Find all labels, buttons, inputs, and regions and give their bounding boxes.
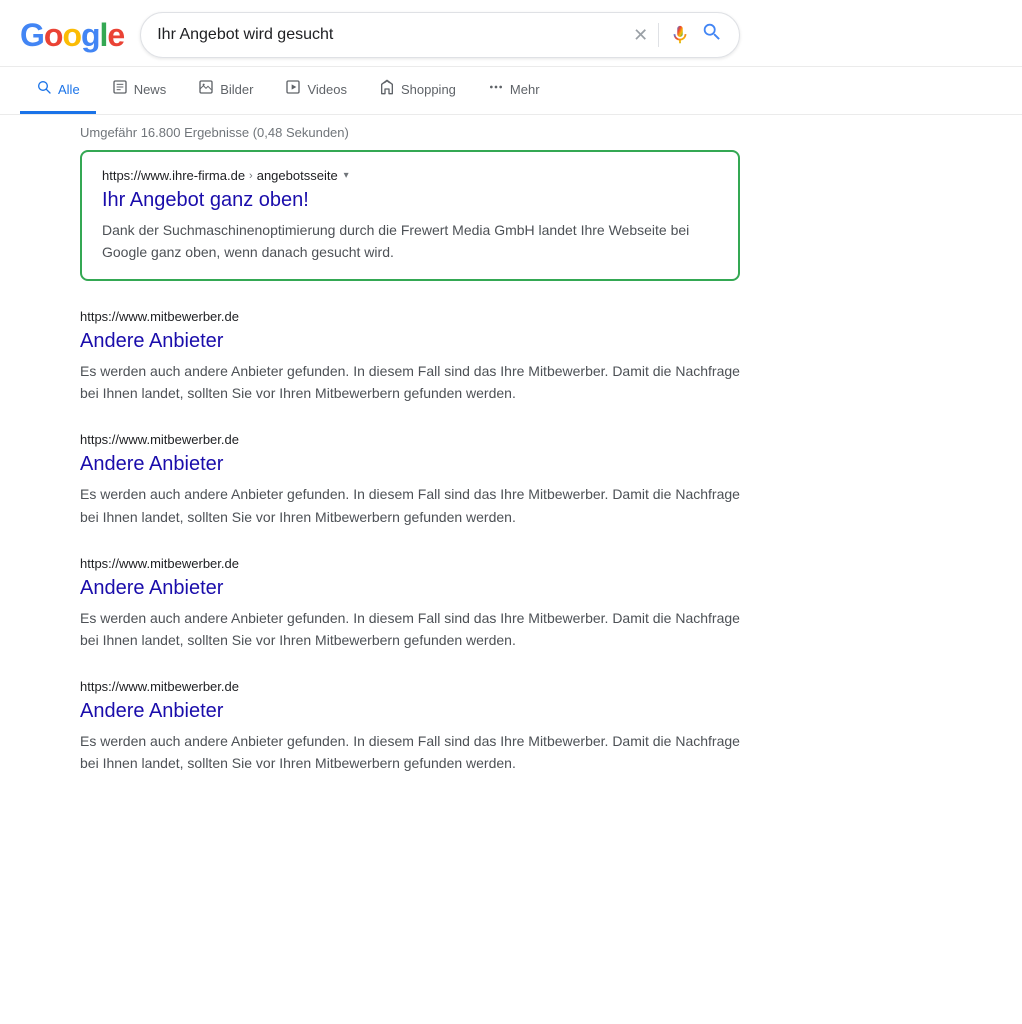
result-title[interactable]: Andere Anbieter	[80, 698, 740, 724]
tab-news[interactable]: News	[96, 67, 183, 114]
result-description: Es werden auch andere Anbieter gefunden.…	[80, 360, 740, 404]
search-bar-icons: ✕	[633, 21, 723, 49]
search-input[interactable]	[157, 26, 625, 44]
search-tab-icon	[36, 79, 52, 99]
result-url: https://www.mitbewerber.de	[80, 556, 740, 571]
featured-result-title[interactable]: Ihr Angebot ganz oben!	[102, 187, 718, 213]
search-bar: ✕	[140, 12, 740, 58]
clear-icon[interactable]: ✕	[633, 26, 648, 44]
tab-news-label: News	[134, 82, 167, 97]
results-info: Umgefähr 16.800 Ergebnisse (0,48 Sekunde…	[0, 115, 1022, 150]
search-submit-icon[interactable]	[701, 21, 723, 49]
result-description: Es werden auch andere Anbieter gefunden.…	[80, 483, 740, 527]
results-container: https://www.ihre-firma.de › angebotsseit…	[0, 150, 1022, 774]
mic-icon[interactable]	[669, 24, 691, 46]
tabs-bar: Alle News Bilder	[0, 67, 1022, 115]
dropdown-arrow-icon[interactable]: ▾	[344, 170, 349, 181]
featured-result-description: Dank der Suchmaschinenoptimierung durch …	[102, 219, 718, 263]
featured-result: https://www.ihre-firma.de › angebotsseit…	[80, 150, 740, 281]
tab-shopping-label: Shopping	[401, 82, 456, 97]
google-logo[interactable]: Google	[20, 17, 124, 54]
tab-mehr[interactable]: Mehr	[472, 67, 556, 114]
result-url: https://www.mitbewerber.de	[80, 679, 740, 694]
result-description: Es werden auch andere Anbieter gefunden.…	[80, 730, 740, 774]
result-url: https://www.mitbewerber.de	[80, 432, 740, 447]
result-title[interactable]: Andere Anbieter	[80, 451, 740, 477]
mehr-tab-icon	[488, 79, 504, 99]
header: Google ✕	[0, 0, 1022, 67]
bilder-tab-icon	[198, 79, 214, 99]
shopping-tab-icon	[379, 79, 395, 99]
result-description: Es werden auch andere Anbieter gefunden.…	[80, 607, 740, 651]
result-item: https://www.mitbewerber.de Andere Anbiet…	[80, 432, 740, 527]
divider	[658, 23, 659, 47]
videos-tab-icon	[285, 79, 301, 99]
breadcrumb-arrow-icon: ›	[249, 170, 253, 182]
result-url: https://www.mitbewerber.de	[80, 309, 740, 324]
result-item: https://www.mitbewerber.de Andere Anbiet…	[80, 309, 740, 404]
tab-alle[interactable]: Alle	[20, 67, 96, 114]
result-item: https://www.mitbewerber.de Andere Anbiet…	[80, 679, 740, 774]
news-tab-icon	[112, 79, 128, 99]
tab-bilder-label: Bilder	[220, 82, 253, 97]
tab-alle-label: Alle	[58, 82, 80, 97]
result-title[interactable]: Andere Anbieter	[80, 328, 740, 354]
tab-mehr-label: Mehr	[510, 82, 540, 97]
tab-shopping[interactable]: Shopping	[363, 67, 472, 114]
result-title[interactable]: Andere Anbieter	[80, 575, 740, 601]
featured-result-url: https://www.ihre-firma.de › angebotsseit…	[102, 168, 718, 183]
tab-videos-label: Videos	[307, 82, 347, 97]
tab-videos[interactable]: Videos	[269, 67, 363, 114]
tab-bilder[interactable]: Bilder	[182, 67, 269, 114]
result-item: https://www.mitbewerber.de Andere Anbiet…	[80, 556, 740, 651]
